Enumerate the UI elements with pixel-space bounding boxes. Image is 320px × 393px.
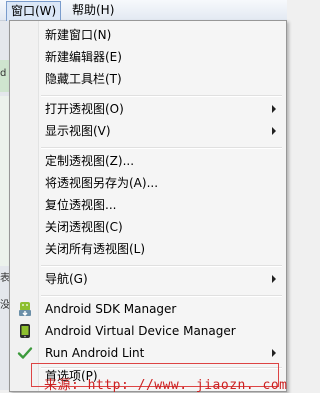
menu-window[interactable]: 窗口(W) [6,1,62,21]
menu-item-label: 打开透视图(O) [45,102,124,116]
submenu-arrow-icon [272,105,276,113]
menu-item-label: 隐藏工具栏(T) [45,72,122,86]
menu-item-save-perspective-as[interactable]: 将透视图另存为(A)... [12,173,282,194]
menu-item-label: Run Android Lint [45,346,145,360]
menu-item-label: Android SDK Manager [45,302,177,316]
menu-item-label: 关闭所有透视图(L) [45,242,146,256]
menu-item-close-perspective[interactable]: 关闭透视图(C) [12,217,282,238]
menu-item-new-editor[interactable]: 新建编辑器(E) [12,47,282,68]
android-avd-icon [17,323,33,339]
check-icon [17,345,33,361]
menu-separator [41,295,282,297]
menu-item-android-avd-manager[interactable]: Android Virtual Device Manager [12,321,282,342]
android-sdk-icon [17,301,33,317]
menu-item-label: 关闭透视图(C) [45,220,123,234]
menu-item-label: 定制透视图(Z)... [45,154,135,168]
menu-bar: 窗口(W) 帮助(H) [0,0,287,21]
menu-item-label: 新建窗口(N) [45,28,112,42]
menu-item-open-perspective[interactable]: 打开透视图(O) [12,99,282,120]
menu-item-label: 将透视图另存为(A)... [45,176,159,190]
menu-item-label: Android Virtual Device Manager [45,324,236,338]
menu-item-navigation[interactable]: 导航(G) [12,269,282,290]
menu-item-show-view[interactable]: 显示视图(V) [12,121,282,142]
menu-item-customize-perspective[interactable]: 定制透视图(Z)... [12,151,282,172]
menu-item-new-window[interactable]: 新建窗口(N) [12,25,282,46]
watermark-text: 来源: http: //www. jiaozn. com [44,378,288,393]
menu-item-hide-toolbar[interactable]: 隐藏工具栏(T) [12,69,282,90]
menu-item-label: 新建编辑器(E) [45,50,122,64]
menu-item-label: 导航(G) [45,272,88,286]
menu-item-reset-perspective[interactable]: 复位透视图... [12,195,282,216]
menu-separator [41,95,282,97]
submenu-arrow-icon [272,349,276,357]
submenu-arrow-icon [272,275,276,283]
menu-separator [41,147,282,149]
menu-item-run-android-lint[interactable]: Run Android Lint [12,343,282,364]
menu-item-android-sdk-manager[interactable]: Android SDK Manager [12,299,282,320]
submenu-arrow-icon [272,127,276,135]
menu-separator [41,265,282,267]
window-dropdown-menu: 新建窗口(N) 新建编辑器(E) 隐藏工具栏(T) 打开透视图(O) 显示视图(… [9,20,287,392]
menu-help[interactable]: 帮助(H) [68,2,118,18]
menu-item-close-all-perspectives[interactable]: 关闭所有透视图(L) [12,239,282,260]
menu-item-label: 显示视图(V) [45,124,111,138]
menu-item-label: 复位透视图... [45,198,117,212]
